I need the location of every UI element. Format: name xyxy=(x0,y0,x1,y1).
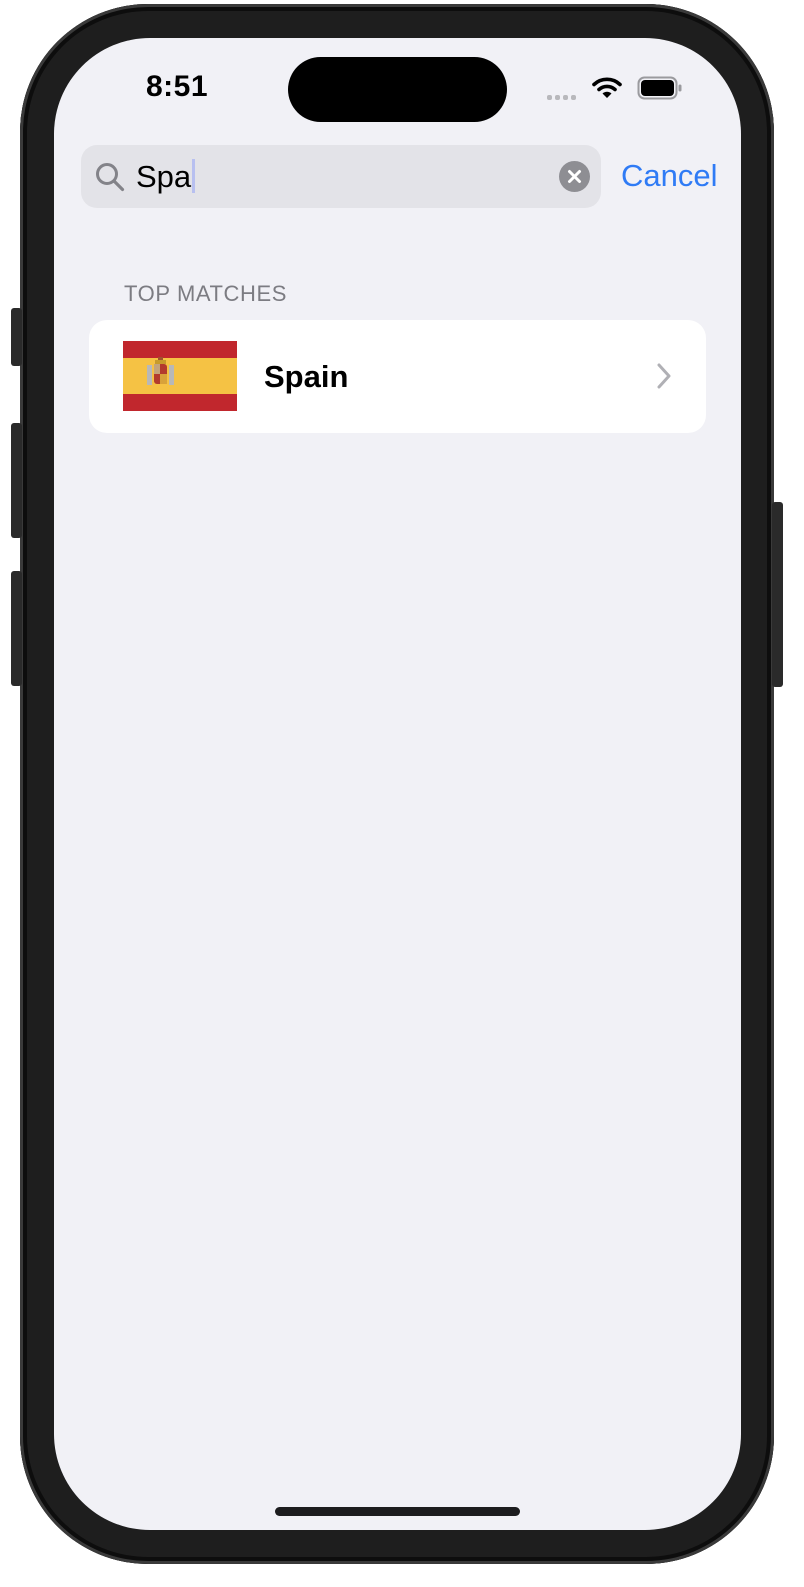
clear-search-button[interactable] xyxy=(559,161,590,192)
power-button xyxy=(772,502,783,687)
battery-icon xyxy=(637,76,682,100)
dynamic-island xyxy=(288,57,507,122)
chevron-right-icon xyxy=(657,363,671,389)
screen: 8:51 Spa Cancel TOP MATCHES Spain xyxy=(54,38,741,1530)
section-header-top-matches: TOP MATCHES xyxy=(124,281,288,306)
cellular-signal-icon xyxy=(547,95,576,100)
search-query-text: Spa xyxy=(136,159,192,194)
wifi-icon xyxy=(592,77,622,98)
clear-icon xyxy=(568,170,581,183)
cancel-button[interactable]: Cancel xyxy=(621,156,718,196)
action-button xyxy=(11,308,22,366)
search-input[interactable]: Spa xyxy=(136,157,196,197)
home-indicator[interactable] xyxy=(275,1507,520,1516)
result-row-spain[interactable]: Spain xyxy=(89,320,706,433)
status-time: 8:51 xyxy=(146,70,209,103)
text-cursor xyxy=(192,159,196,193)
volume-down-button xyxy=(11,571,22,686)
search-icon xyxy=(96,163,125,192)
result-label: Spain xyxy=(264,359,349,394)
search-field[interactable]: Spa xyxy=(81,145,601,208)
volume-up-button xyxy=(11,423,22,538)
spain-flag-icon xyxy=(123,341,237,411)
